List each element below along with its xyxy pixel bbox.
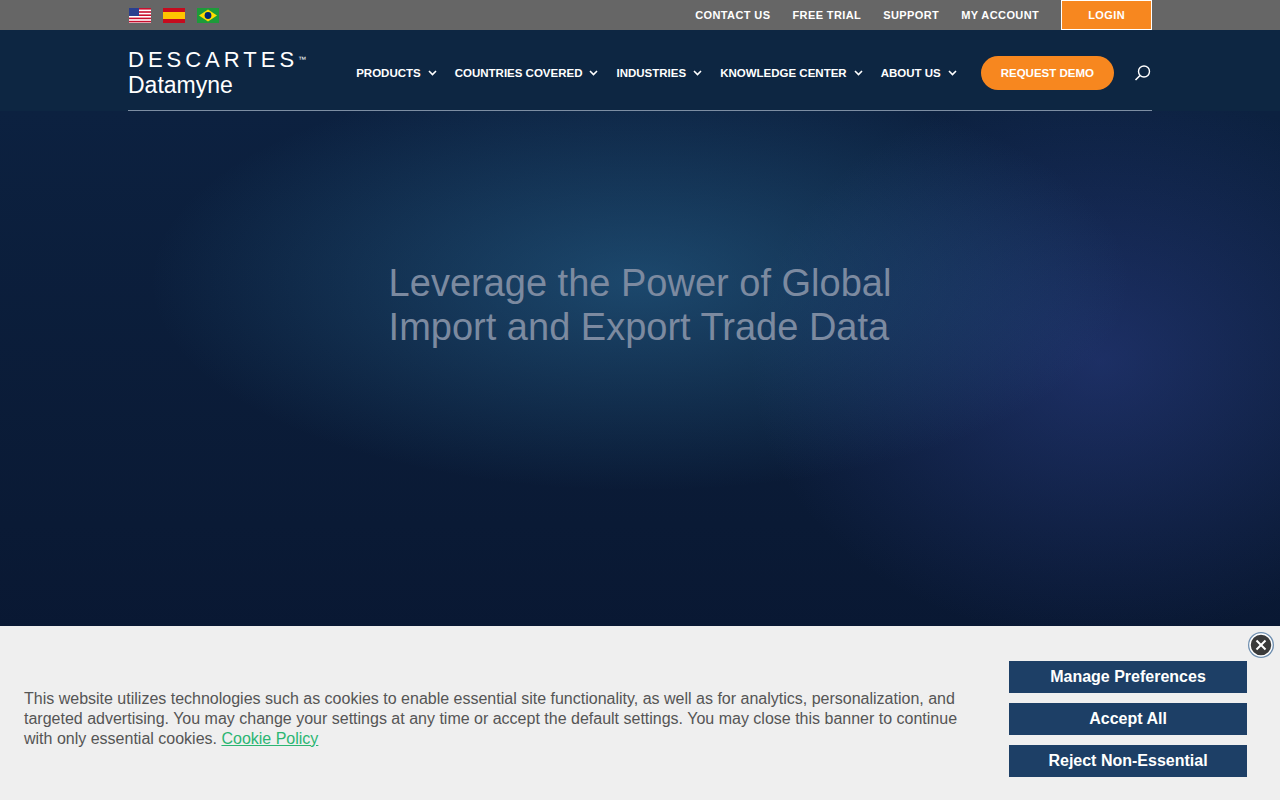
language-flags [128,8,219,23]
top-links: CONTACT US FREE TRIAL SUPPORT MY ACCOUNT LOG… [695,0,1152,30]
close-icon[interactable] [1247,631,1275,659]
page: CONTACT US FREE TRIAL SUPPORT MY ACCOUNT LOG… [0,0,1280,800]
nav-item[interactable]: COUNTRIES COVERED [455,67,599,79]
top-link[interactable]: MY ACCOUNT [961,9,1039,21]
cookie-button[interactable]: Reject Non-Essential [1009,745,1247,777]
request-demo-button[interactable]: REQUEST DEMO [981,56,1114,90]
header: DESCARTES™Datamyne PRODUCTS COUNTRIES COVE… [0,30,1280,111]
chevron-down-icon [854,70,863,76]
top-bar: CONTACT US FREE TRIAL SUPPORT MY ACCOUNT LOG… [0,0,1280,30]
search-icon[interactable] [1134,64,1152,82]
nav-item[interactable]: ABOUT US [881,67,957,79]
cookie-banner: This website utilizes technologies such … [0,626,1280,800]
cookie-text: This website utilizes technologies such … [24,689,979,749]
nav-item[interactable]: PRODUCTS [356,67,437,79]
login-button[interactable]: LOGIN [1061,0,1152,30]
top-link[interactable]: FREE TRIAL [792,9,861,21]
top-link[interactable]: CONTACT US [695,9,770,21]
chevron-down-icon [589,70,598,76]
us-flag-icon[interactable] [129,8,151,23]
logo-brand: DESCARTES™ [128,48,306,72]
cookie-button[interactable]: Accept All [1009,703,1247,735]
spain-flag-icon[interactable] [163,8,185,23]
chevron-down-icon [693,70,702,76]
logo-product: Datamyne [128,72,306,98]
top-link[interactable]: SUPPORT [883,9,939,21]
cookie-policy-link[interactable]: Cookie Policy [221,730,318,747]
logo[interactable]: DESCARTES™Datamyne [128,48,306,98]
chevron-down-icon [948,70,957,76]
nav-item[interactable]: KNOWLEDGE CENTER [720,67,863,79]
nav-item[interactable]: INDUSTRIES [616,67,702,79]
main-nav: PRODUCTS COUNTRIES COVERED INDUSTRIES KNOWL… [356,56,1152,90]
brazil-flag-icon[interactable] [197,8,219,23]
cookie-buttons: Manage Preferences Accept All Reject Non-E… [1009,661,1247,777]
chevron-down-icon [428,70,437,76]
cookie-button[interactable]: Manage Preferences [1009,661,1247,693]
